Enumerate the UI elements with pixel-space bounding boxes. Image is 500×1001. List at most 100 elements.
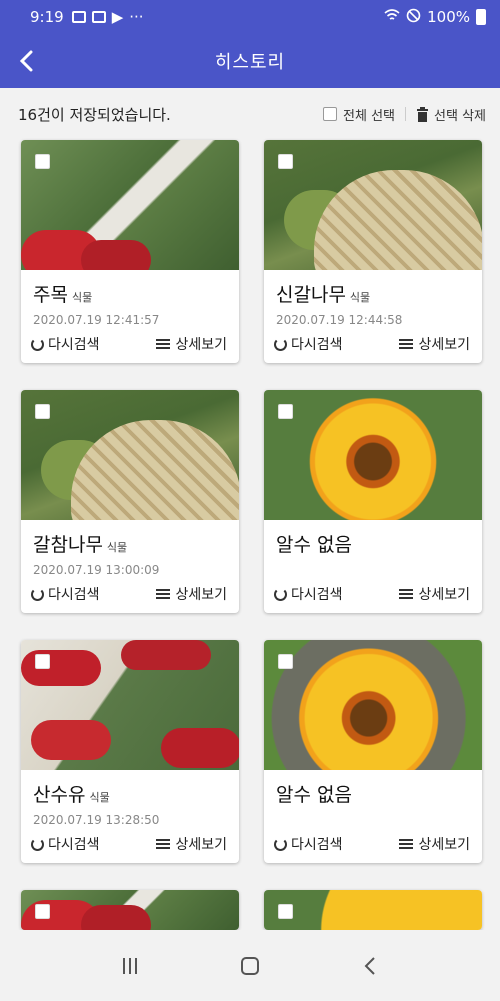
refresh-icon [274,837,287,851]
history-card[interactable]: 알수 없음 다시검색 상세보기 [264,390,482,613]
history-toolbar: 16건이 저장되었습니다. 전체 선택 선택 삭제 [0,88,500,140]
card-name: 주목 [33,284,68,306]
history-card[interactable]: 갈참나무 식물 2020.07.19 13:00:09 다시검색 상세보기 [21,390,239,613]
detail-button[interactable]: 상세보기 [156,334,227,354]
history-card[interactable]: 주목 식물 2020.07.19 12:41:57 다시검색 상세보기 [21,140,239,363]
refresh-icon [274,587,287,601]
card-image [264,890,482,930]
history-card-partial[interactable] [21,890,239,930]
history-card[interactable]: 알수 없음 다시검색 상세보기 [264,640,482,863]
battery-text: 100% [427,8,470,26]
detail-button[interactable]: 상세보기 [399,334,470,354]
card-checkbox[interactable] [35,404,50,419]
menu-icon [399,339,414,349]
card-checkbox[interactable] [35,654,50,669]
refresh-icon [31,587,44,601]
card-image [21,390,239,520]
recent-apps-icon [123,957,137,974]
card-image [21,140,239,270]
research-button[interactable]: 다시검색 [31,584,100,604]
menu-icon [399,839,414,849]
card-category: 식물 [89,791,110,804]
status-bar: 9:19 ▶ ··· 100% [0,0,500,34]
notification-icons: ▶ ··· [71,8,144,26]
history-card[interactable]: 산수유 식물 2020.07.19 13:28:50 다시검색 상세보기 [21,640,239,863]
research-button[interactable]: 다시검색 [31,334,100,354]
history-card-partial[interactable] [264,890,482,930]
toolbar-divider [405,107,407,121]
research-button[interactable]: 다시검색 [274,334,343,354]
card-checkbox[interactable] [35,904,50,919]
app-bar: 히스토리 [0,34,500,88]
refresh-icon [31,837,44,851]
card-name: 갈참나무 [33,534,103,556]
research-button[interactable]: 다시검색 [31,834,100,854]
card-name: 산수유 [33,784,86,806]
detail-button[interactable]: 상세보기 [399,584,470,604]
detail-button[interactable]: 상세보기 [156,834,227,854]
card-checkbox[interactable] [278,404,293,419]
research-label: 다시검색 [48,587,100,603]
research-button[interactable]: 다시검색 [274,584,343,604]
detail-label: 상세보기 [418,587,470,603]
home-icon [241,956,259,975]
back-button[interactable] [8,42,46,80]
card-category: 식물 [349,291,371,304]
delete-selected-label: 선택 삭제 [434,108,486,124]
detail-label: 상세보기 [418,837,470,853]
history-card[interactable]: 신갈나무 식물 2020.07.19 12:44:58 다시검색 상세보기 [264,140,482,363]
page-title: 히스토리 [214,52,286,73]
system-back-button[interactable] [350,946,390,986]
select-all-checkbox[interactable] [323,107,338,121]
research-label: 다시검색 [48,837,100,853]
menu-icon [156,839,171,849]
system-nav-bar [0,930,500,1001]
card-checkbox[interactable] [278,654,293,669]
card-name: 알수 없음 [276,534,352,556]
detail-label: 상세보기 [175,587,227,603]
card-image [264,390,482,520]
select-all-button[interactable]: 전체 선택 [323,105,395,124]
menu-icon [156,589,171,599]
detail-button[interactable]: 상세보기 [156,584,227,604]
research-label: 다시검색 [291,837,343,853]
home-button[interactable] [230,946,270,986]
card-image [21,640,239,770]
card-category: 식물 [71,291,93,304]
card-name: 알수 없음 [276,784,352,806]
research-label: 다시검색 [291,587,343,603]
card-name: 신갈나무 [276,284,346,306]
detail-label: 상세보기 [418,337,470,353]
select-all-label: 전체 선택 [343,108,396,124]
play-notification-icon: ▶ [111,8,124,26]
saved-count-text: 16건이 저장되었습니다. [18,105,171,124]
card-image [21,890,239,930]
research-button[interactable]: 다시검색 [274,834,343,854]
research-label: 다시검색 [48,337,100,353]
research-label: 다시검색 [291,337,343,353]
refresh-icon [31,337,44,351]
card-category: 식물 [106,541,128,554]
wifi-icon [384,8,400,26]
card-checkbox[interactable] [278,904,293,919]
recent-apps-button[interactable] [110,946,150,986]
trash-icon [417,106,429,122]
back-chevron-icon [364,956,375,975]
dnd-icon [406,8,421,27]
battery-icon [476,9,486,25]
gallery-notification-icon [71,11,86,23]
detail-label: 상세보기 [175,837,227,853]
card-checkbox[interactable] [278,154,293,169]
delete-selected-button[interactable]: 선택 삭제 [416,105,486,124]
more-notifications-icon: ··· [129,8,144,26]
mail-notification-icon [91,11,106,23]
card-image [264,640,482,770]
detail-button[interactable]: 상세보기 [399,834,470,854]
refresh-icon [274,337,287,351]
card-checkbox[interactable] [35,154,50,169]
menu-icon [156,339,171,349]
detail-label: 상세보기 [175,337,227,353]
chevron-left-icon [19,50,33,72]
status-time: 9:19 [30,8,64,26]
menu-icon [399,589,414,599]
